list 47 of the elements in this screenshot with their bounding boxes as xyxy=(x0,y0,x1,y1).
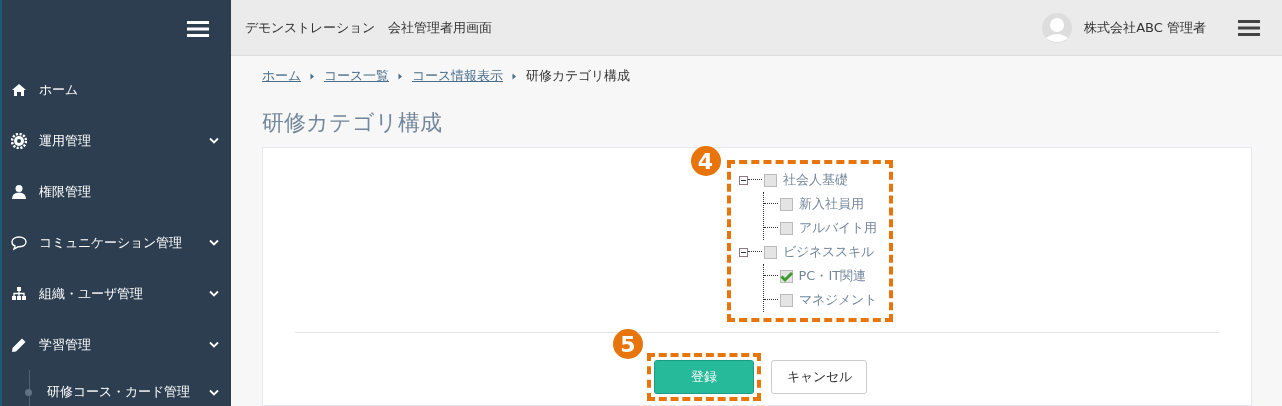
hierarchy-icon xyxy=(11,285,27,302)
step-badge: 4 xyxy=(690,146,721,176)
checkbox[interactable] xyxy=(779,293,793,307)
sidebar-item[interactable]: コミュニケーション管理 xyxy=(2,217,231,268)
breadcrumb-link[interactable]: ホーム xyxy=(262,67,301,85)
tree-label: 新入社員用 xyxy=(798,195,864,213)
avatar-icon xyxy=(1042,12,1073,43)
chevron-icon xyxy=(310,72,315,80)
page-title: 研修カテゴリ構成 xyxy=(262,108,443,137)
sidebar-item[interactable]: 権限管理 xyxy=(2,166,231,217)
breadcrumb-link[interactable]: コース情報表示 xyxy=(412,67,503,85)
sidebar-item[interactable]: 運用管理 xyxy=(2,115,231,166)
tree-label: マネジメント xyxy=(798,291,877,309)
breadcrumb-link[interactable]: コース一覧 xyxy=(324,67,389,85)
tree-label: アルバイト用 xyxy=(798,219,877,237)
speech-bubble-icon xyxy=(11,234,27,251)
tree-label: PC・IT関連 xyxy=(798,267,867,285)
sidebar-item[interactable]: 組織・ユーザ管理 xyxy=(2,268,231,319)
tree-label: 社会人基礎 xyxy=(782,171,848,189)
chevron-icon xyxy=(398,72,403,80)
app-title: デモンストレーション 会社管理者用画面 xyxy=(245,18,493,37)
checkbox[interactable] xyxy=(763,173,777,187)
checkbox[interactable] xyxy=(763,245,777,259)
user-icon xyxy=(11,183,27,200)
cancel-button[interactable]: キャンセル xyxy=(771,360,867,394)
breadcrumb-current: 研修カテゴリ構成 xyxy=(526,67,630,85)
chevron-icon xyxy=(209,388,219,396)
collapse-icon[interactable] xyxy=(738,175,748,185)
collapse-icon[interactable] xyxy=(738,247,748,257)
step-badge: 5 xyxy=(613,329,643,359)
sidebar-subitem[interactable]: 研修コース・カード管理 xyxy=(2,370,231,406)
menu-icon[interactable] xyxy=(187,20,209,38)
chevron-icon xyxy=(512,72,517,80)
checkbox[interactable] xyxy=(779,269,793,283)
user-name[interactable]: 株式会社ABC 管理者 xyxy=(1084,18,1206,37)
chevron-icon xyxy=(209,290,219,297)
checkbox[interactable] xyxy=(779,221,793,235)
chevron-icon xyxy=(209,341,219,348)
chevron-icon xyxy=(209,137,219,144)
tree-label: ビジネススキル xyxy=(782,243,874,261)
menu-icon[interactable] xyxy=(1238,18,1260,37)
home-icon xyxy=(11,81,27,98)
sidebar-item[interactable]: ホーム xyxy=(2,64,231,115)
pencil-icon xyxy=(11,336,27,353)
checkbox[interactable] xyxy=(779,197,793,211)
chevron-icon xyxy=(209,239,219,246)
sidebar-item[interactable]: 学習管理 xyxy=(2,319,231,370)
